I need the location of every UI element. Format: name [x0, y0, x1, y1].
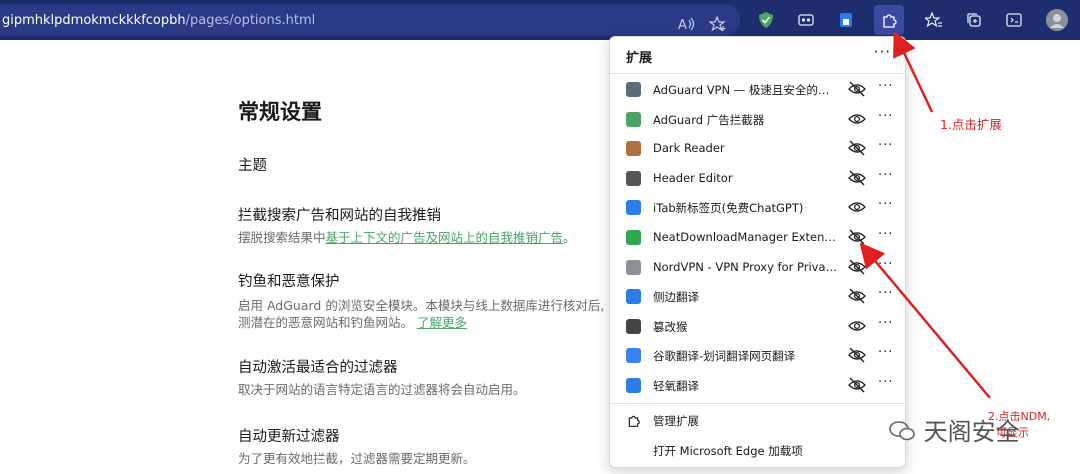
- watermark: 天阁安全: [888, 412, 1020, 447]
- annotation-arrows: [859, 30, 991, 399]
- wechat-icon: [889, 421, 915, 441]
- arrow-to-extensions-button: [893, 30, 934, 113]
- watermark-text: 天阁安全: [923, 418, 1020, 446]
- annotation-step1: 1.点击扩展: [940, 117, 1002, 132]
- arrow-to-ndm-visibility: [859, 242, 991, 399]
